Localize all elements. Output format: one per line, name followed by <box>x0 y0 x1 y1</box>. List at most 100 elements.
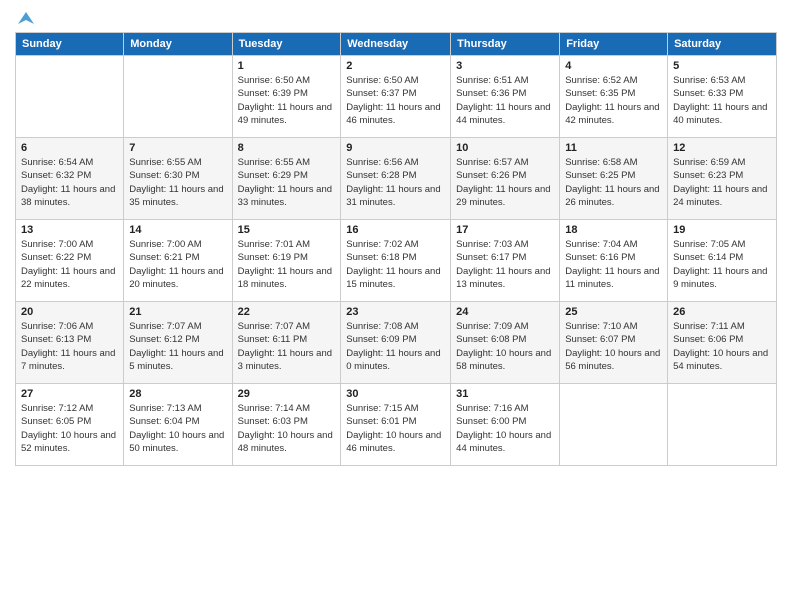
day-number: 30 <box>346 388 445 400</box>
day-cell: 18 Sunrise: 7:04 AMSunset: 6:16 PMDaylig… <box>560 220 668 302</box>
day-cell: 7 Sunrise: 6:55 AMSunset: 6:30 PMDayligh… <box>124 138 232 220</box>
logo-bird-icon <box>16 10 36 30</box>
day-detail: Sunrise: 7:11 AMSunset: 6:06 PMDaylight:… <box>673 320 771 373</box>
day-number: 18 <box>565 224 662 236</box>
day-number: 24 <box>456 306 554 318</box>
day-detail: Sunrise: 7:14 AMSunset: 6:03 PMDaylight:… <box>238 402 336 455</box>
day-number: 12 <box>673 142 771 154</box>
day-cell: 15 Sunrise: 7:01 AMSunset: 6:19 PMDaylig… <box>232 220 341 302</box>
day-cell: 20 Sunrise: 7:06 AMSunset: 6:13 PMDaylig… <box>16 302 124 384</box>
day-detail: Sunrise: 7:00 AMSunset: 6:21 PMDaylight:… <box>129 238 226 291</box>
day-cell: 26 Sunrise: 7:11 AMSunset: 6:06 PMDaylig… <box>668 302 777 384</box>
day-number: 1 <box>238 60 336 72</box>
day-detail: Sunrise: 6:52 AMSunset: 6:35 PMDaylight:… <box>565 74 662 127</box>
week-row-0: 1 Sunrise: 6:50 AMSunset: 6:39 PMDayligh… <box>16 56 777 138</box>
day-cell: 4 Sunrise: 6:52 AMSunset: 6:35 PMDayligh… <box>560 56 668 138</box>
day-detail: Sunrise: 6:54 AMSunset: 6:32 PMDaylight:… <box>21 156 118 209</box>
day-number: 6 <box>21 142 118 154</box>
day-cell: 2 Sunrise: 6:50 AMSunset: 6:37 PMDayligh… <box>341 56 451 138</box>
day-detail: Sunrise: 7:03 AMSunset: 6:17 PMDaylight:… <box>456 238 554 291</box>
day-detail: Sunrise: 6:53 AMSunset: 6:33 PMDaylight:… <box>673 74 771 127</box>
day-cell: 10 Sunrise: 6:57 AMSunset: 6:26 PMDaylig… <box>451 138 560 220</box>
day-number: 15 <box>238 224 336 236</box>
day-number: 10 <box>456 142 554 154</box>
day-cell: 27 Sunrise: 7:12 AMSunset: 6:05 PMDaylig… <box>16 384 124 466</box>
day-number: 21 <box>129 306 226 318</box>
day-detail: Sunrise: 7:04 AMSunset: 6:16 PMDaylight:… <box>565 238 662 291</box>
col-monday: Monday <box>124 33 232 56</box>
day-detail: Sunrise: 7:07 AMSunset: 6:11 PMDaylight:… <box>238 320 336 373</box>
day-detail: Sunrise: 6:51 AMSunset: 6:36 PMDaylight:… <box>456 74 554 127</box>
header-area <box>15 10 777 26</box>
day-cell: 31 Sunrise: 7:16 AMSunset: 6:00 PMDaylig… <box>451 384 560 466</box>
day-detail: Sunrise: 7:09 AMSunset: 6:08 PMDaylight:… <box>456 320 554 373</box>
day-number: 3 <box>456 60 554 72</box>
col-thursday: Thursday <box>451 33 560 56</box>
col-wednesday: Wednesday <box>341 33 451 56</box>
col-saturday: Saturday <box>668 33 777 56</box>
week-row-2: 13 Sunrise: 7:00 AMSunset: 6:22 PMDaylig… <box>16 220 777 302</box>
day-detail: Sunrise: 7:05 AMSunset: 6:14 PMDaylight:… <box>673 238 771 291</box>
day-detail: Sunrise: 7:16 AMSunset: 6:00 PMDaylight:… <box>456 402 554 455</box>
day-detail: Sunrise: 7:13 AMSunset: 6:04 PMDaylight:… <box>129 402 226 455</box>
day-number: 26 <box>673 306 771 318</box>
day-number: 9 <box>346 142 445 154</box>
day-cell: 5 Sunrise: 6:53 AMSunset: 6:33 PMDayligh… <box>668 56 777 138</box>
day-detail: Sunrise: 6:57 AMSunset: 6:26 PMDaylight:… <box>456 156 554 209</box>
day-number: 17 <box>456 224 554 236</box>
day-cell: 23 Sunrise: 7:08 AMSunset: 6:09 PMDaylig… <box>341 302 451 384</box>
day-number: 2 <box>346 60 445 72</box>
day-number: 14 <box>129 224 226 236</box>
day-cell: 14 Sunrise: 7:00 AMSunset: 6:21 PMDaylig… <box>124 220 232 302</box>
day-cell: 21 Sunrise: 7:07 AMSunset: 6:12 PMDaylig… <box>124 302 232 384</box>
day-cell <box>560 384 668 466</box>
day-number: 23 <box>346 306 445 318</box>
day-detail: Sunrise: 6:55 AMSunset: 6:29 PMDaylight:… <box>238 156 336 209</box>
day-cell: 11 Sunrise: 6:58 AMSunset: 6:25 PMDaylig… <box>560 138 668 220</box>
day-number: 5 <box>673 60 771 72</box>
day-number: 31 <box>456 388 554 400</box>
day-number: 28 <box>129 388 226 400</box>
day-detail: Sunrise: 6:59 AMSunset: 6:23 PMDaylight:… <box>673 156 771 209</box>
day-detail: Sunrise: 7:07 AMSunset: 6:12 PMDaylight:… <box>129 320 226 373</box>
day-number: 25 <box>565 306 662 318</box>
day-number: 20 <box>21 306 118 318</box>
day-cell <box>16 56 124 138</box>
day-cell <box>124 56 232 138</box>
day-cell: 25 Sunrise: 7:10 AMSunset: 6:07 PMDaylig… <box>560 302 668 384</box>
week-row-4: 27 Sunrise: 7:12 AMSunset: 6:05 PMDaylig… <box>16 384 777 466</box>
day-detail: Sunrise: 6:56 AMSunset: 6:28 PMDaylight:… <box>346 156 445 209</box>
day-detail: Sunrise: 6:50 AMSunset: 6:37 PMDaylight:… <box>346 74 445 127</box>
logo <box>15 10 37 26</box>
calendar-body: 1 Sunrise: 6:50 AMSunset: 6:39 PMDayligh… <box>16 56 777 466</box>
day-detail: Sunrise: 7:12 AMSunset: 6:05 PMDaylight:… <box>21 402 118 455</box>
day-detail: Sunrise: 7:06 AMSunset: 6:13 PMDaylight:… <box>21 320 118 373</box>
col-sunday: Sunday <box>16 33 124 56</box>
day-number: 29 <box>238 388 336 400</box>
day-number: 19 <box>673 224 771 236</box>
day-detail: Sunrise: 7:01 AMSunset: 6:19 PMDaylight:… <box>238 238 336 291</box>
day-cell: 30 Sunrise: 7:15 AMSunset: 6:01 PMDaylig… <box>341 384 451 466</box>
day-detail: Sunrise: 7:02 AMSunset: 6:18 PMDaylight:… <box>346 238 445 291</box>
day-number: 16 <box>346 224 445 236</box>
day-cell <box>668 384 777 466</box>
day-detail: Sunrise: 7:10 AMSunset: 6:07 PMDaylight:… <box>565 320 662 373</box>
day-cell: 6 Sunrise: 6:54 AMSunset: 6:32 PMDayligh… <box>16 138 124 220</box>
day-cell: 13 Sunrise: 7:00 AMSunset: 6:22 PMDaylig… <box>16 220 124 302</box>
week-row-1: 6 Sunrise: 6:54 AMSunset: 6:32 PMDayligh… <box>16 138 777 220</box>
week-row-3: 20 Sunrise: 7:06 AMSunset: 6:13 PMDaylig… <box>16 302 777 384</box>
day-cell: 19 Sunrise: 7:05 AMSunset: 6:14 PMDaylig… <box>668 220 777 302</box>
day-cell: 17 Sunrise: 7:03 AMSunset: 6:17 PMDaylig… <box>451 220 560 302</box>
day-cell: 9 Sunrise: 6:56 AMSunset: 6:28 PMDayligh… <box>341 138 451 220</box>
day-cell: 22 Sunrise: 7:07 AMSunset: 6:11 PMDaylig… <box>232 302 341 384</box>
day-cell: 24 Sunrise: 7:09 AMSunset: 6:08 PMDaylig… <box>451 302 560 384</box>
day-number: 4 <box>565 60 662 72</box>
day-cell: 12 Sunrise: 6:59 AMSunset: 6:23 PMDaylig… <box>668 138 777 220</box>
day-number: 13 <box>21 224 118 236</box>
page-container: Sunday Monday Tuesday Wednesday Thursday… <box>0 0 792 471</box>
day-detail: Sunrise: 6:50 AMSunset: 6:39 PMDaylight:… <box>238 74 336 127</box>
day-cell: 1 Sunrise: 6:50 AMSunset: 6:39 PMDayligh… <box>232 56 341 138</box>
day-detail: Sunrise: 6:58 AMSunset: 6:25 PMDaylight:… <box>565 156 662 209</box>
day-number: 22 <box>238 306 336 318</box>
day-cell: 29 Sunrise: 7:14 AMSunset: 6:03 PMDaylig… <box>232 384 341 466</box>
